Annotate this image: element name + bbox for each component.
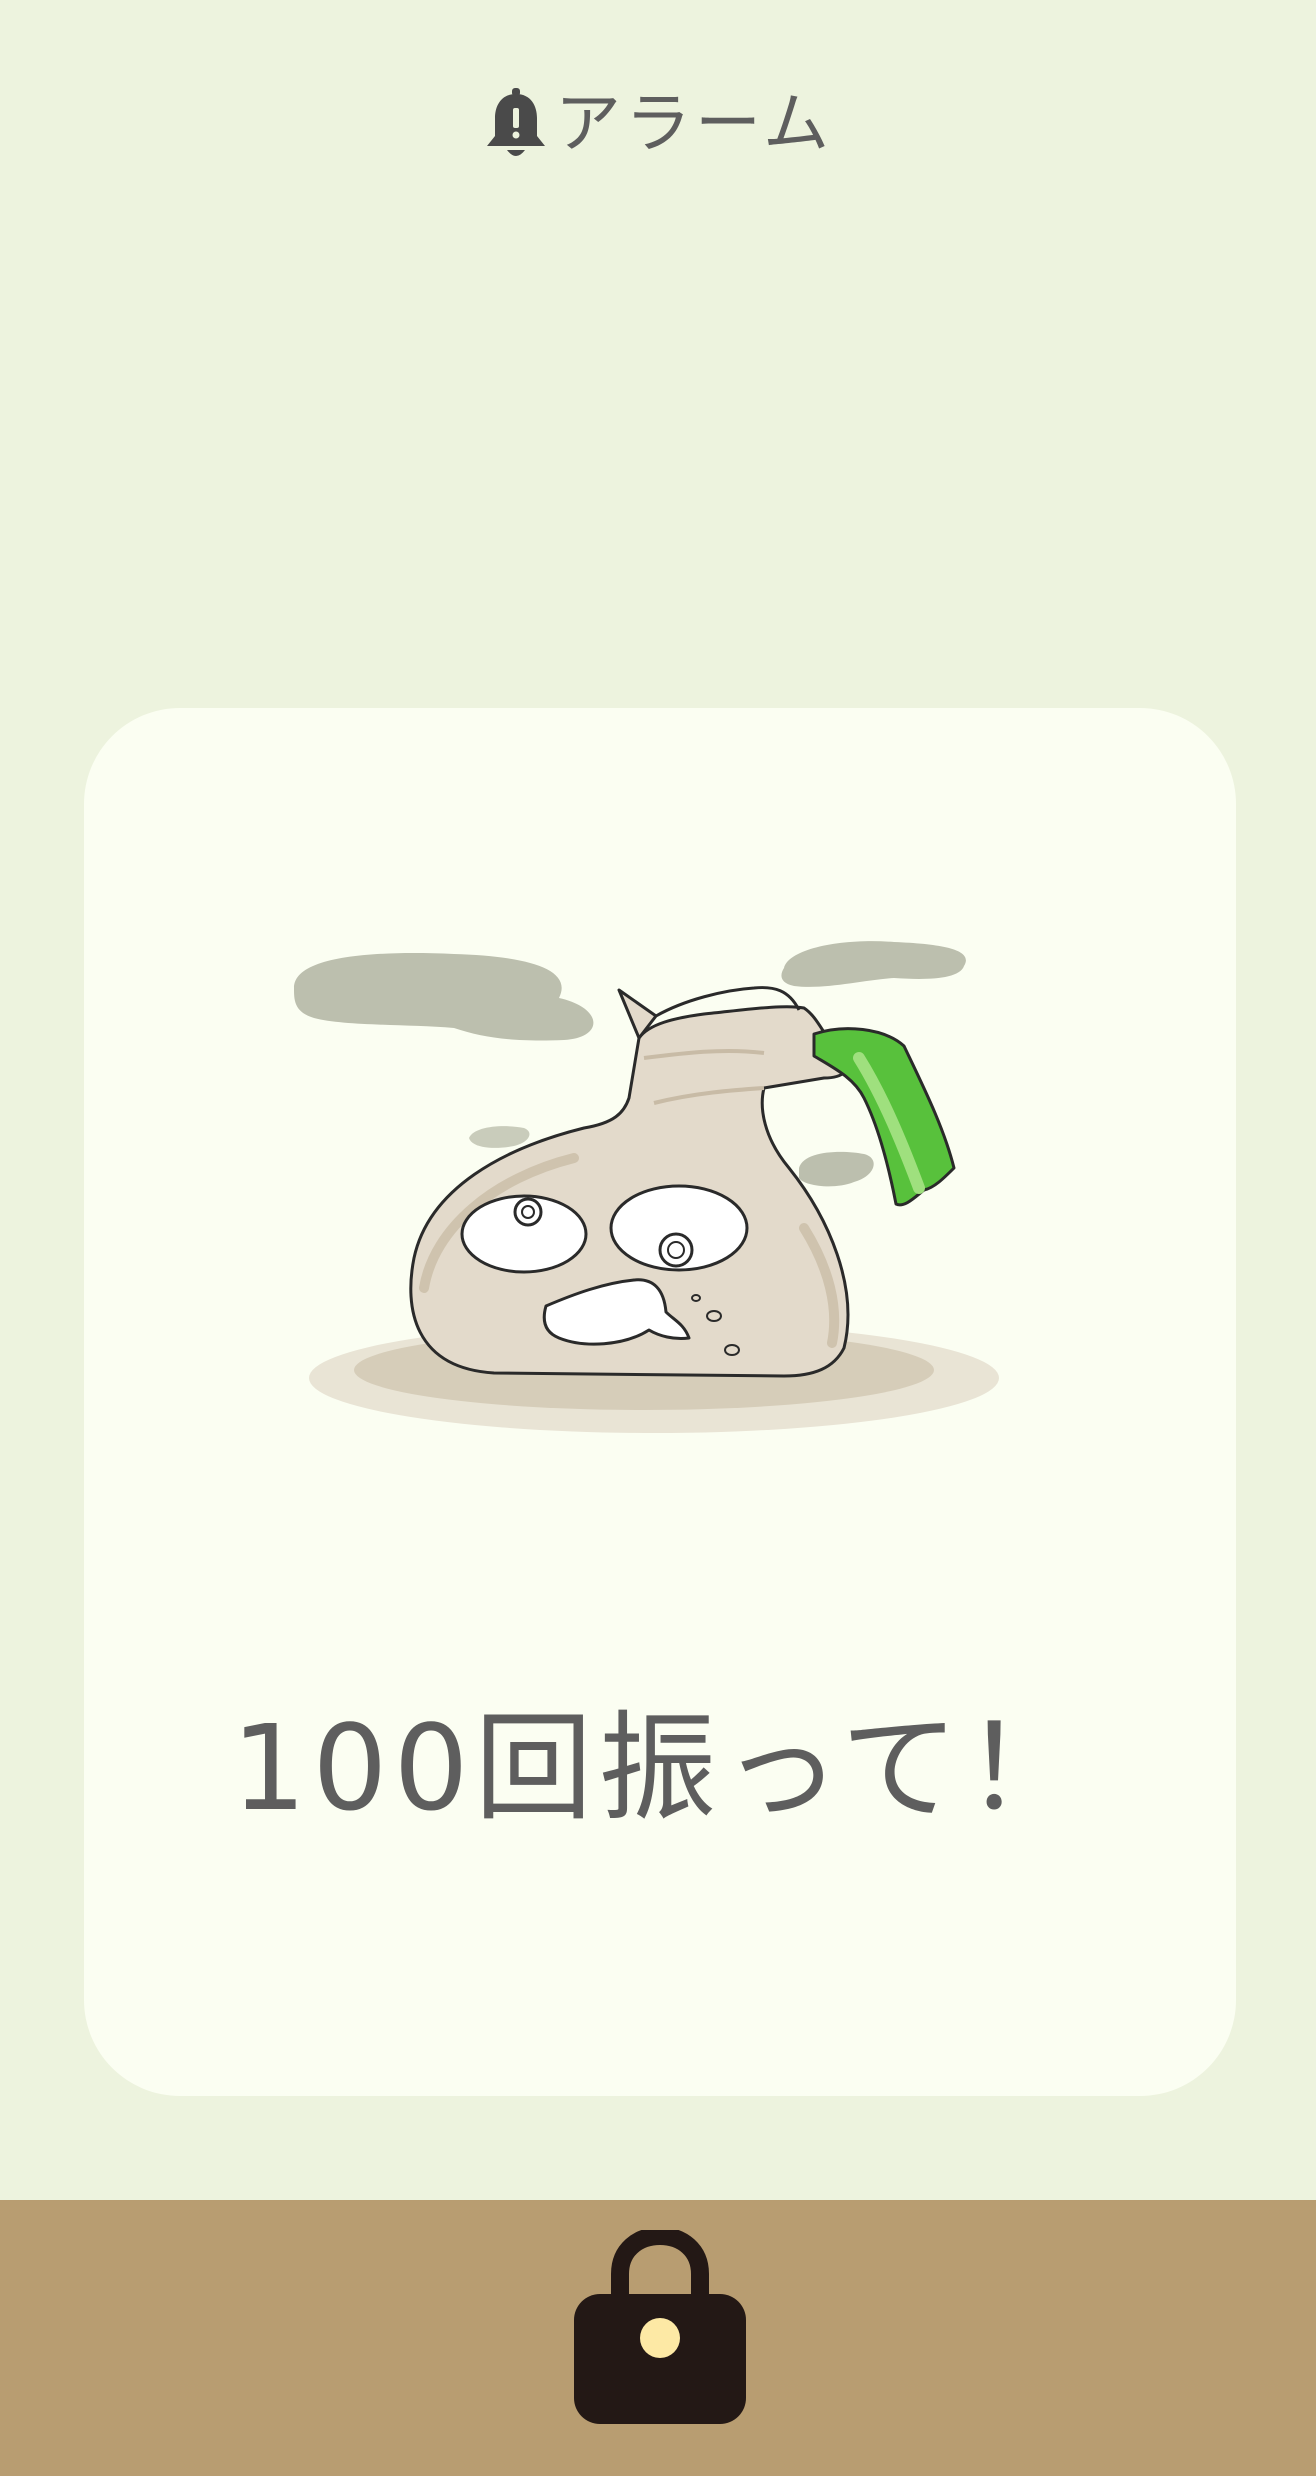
- header-title: アラーム: [554, 85, 834, 162]
- lock-icon: [574, 2230, 746, 2424]
- smelly-garbage-bag-illustration: [294, 941, 999, 1433]
- bell-alert-icon: [486, 88, 545, 156]
- footer-bar: [0, 2200, 1316, 2476]
- header-bar: アラーム: [0, 0, 1316, 260]
- shake-instruction-text: 100回振って！: [231, 1699, 1089, 1837]
- header-title-group: アラーム: [0, 88, 1316, 160]
- lock-button[interactable]: [570, 2230, 750, 2430]
- alarm-card: 100回振って！: [84, 708, 1236, 2096]
